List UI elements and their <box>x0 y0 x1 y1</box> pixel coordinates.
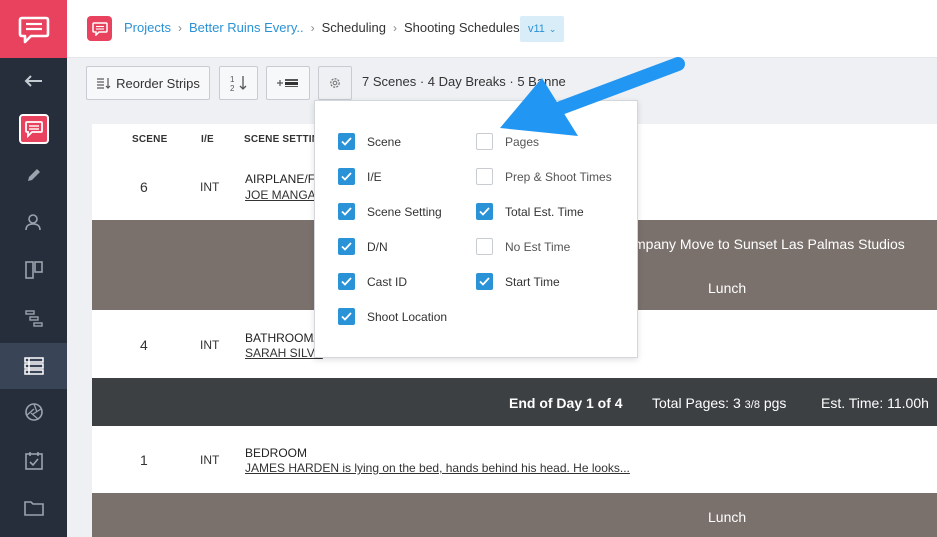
sidebar-item-schedule[interactable] <box>0 343 67 389</box>
checkbox-checked[interactable] <box>476 273 493 290</box>
table-row[interactable]: 1 INT BEDROOM JAMES HARDEN is lying on t… <box>92 427 937 492</box>
checkbox-checked[interactable] <box>338 238 355 255</box>
option-total-est-time[interactable]: Total Est. Time <box>476 203 584 220</box>
total-pages-value: 3 <box>732 395 741 411</box>
int-ext: INT <box>200 338 220 352</box>
sidebar-item-calendar[interactable] <box>0 438 67 484</box>
speech-bubble-icon <box>91 21 108 36</box>
schedule-list-icon <box>23 357 44 375</box>
folder-icon <box>23 501 44 516</box>
version-dropdown[interactable]: v11 ⌄ <box>520 16 565 42</box>
breadcrumb-scheduling[interactable]: Scheduling <box>322 20 386 35</box>
checkbox-checked[interactable] <box>338 273 355 290</box>
int-ext: INT <box>200 453 220 467</box>
back-button[interactable] <box>0 58 67 104</box>
scene-setting: AIRPLANE/FI <box>245 172 319 186</box>
option-scene[interactable]: Scene <box>338 133 401 150</box>
reorder-strips-button[interactable]: Reorder Strips <box>86 66 210 100</box>
gear-icon <box>330 78 340 88</box>
chevron-right-icon: › <box>392 20 397 35</box>
add-strip-button[interactable] <box>266 66 310 100</box>
option-shoot-location[interactable]: Shoot Location <box>338 308 447 325</box>
est-time-value: 11.00h <box>887 395 929 411</box>
sidebar-item-camera[interactable] <box>0 389 67 435</box>
chevron-right-icon: › <box>177 20 182 35</box>
project-home-button[interactable] <box>0 106 67 152</box>
col-header-scene-setting[interactable]: SCENE SETTIN <box>244 134 319 145</box>
sort-numeric-icon: 1 2 <box>230 75 246 92</box>
sidebar-item-files[interactable] <box>0 485 67 531</box>
est-time: Est. Time: 11.00h <box>821 395 929 411</box>
breadcrumb-project[interactable]: Better Ruins Every.. <box>189 20 304 35</box>
lunch-label: Lunch <box>708 280 747 296</box>
checkbox-unchecked[interactable] <box>476 238 493 255</box>
sidebar-item-timeline[interactable] <box>0 295 67 341</box>
total-pages-unit: pgs <box>763 395 787 411</box>
breadcrumb-projects[interactable]: Projects <box>124 20 171 35</box>
sidebar-item-write[interactable] <box>0 152 67 198</box>
reorder-strips-label: Reorder Strips <box>116 75 200 91</box>
checkbox-checked[interactable] <box>338 133 355 150</box>
checkbox-checked[interactable] <box>338 168 355 185</box>
app-logo[interactable] <box>0 0 67 58</box>
option-no-est-time[interactable]: No Est Time <box>476 238 570 255</box>
checkbox-unchecked[interactable] <box>476 168 493 185</box>
project-badge[interactable] <box>87 16 112 41</box>
project-logo-icon <box>24 121 43 138</box>
chevron-right-icon: › <box>310 20 315 35</box>
reorder-icon <box>97 78 111 89</box>
scene-setting: BEDROOM <box>245 446 308 460</box>
option-ie[interactable]: I/E <box>338 168 382 185</box>
sidebar <box>0 0 67 537</box>
version-label: v11 <box>528 23 545 35</box>
option-dn[interactable]: D/N <box>338 238 388 255</box>
checkbox-checked[interactable] <box>338 203 355 220</box>
svg-text:2: 2 <box>230 84 235 92</box>
scene-number: 4 <box>140 337 148 353</box>
checkbox-checked[interactable] <box>338 308 355 325</box>
back-arrow-icon <box>24 75 42 87</box>
option-start-time[interactable]: Start Time <box>476 273 560 290</box>
sort-button[interactable]: 1 2 <box>219 66 258 100</box>
speech-bubble-logo <box>18 16 49 44</box>
scene-description[interactable]: JOE MANGAN <box>245 188 324 202</box>
checkbox-checked[interactable] <box>476 203 493 220</box>
scene-description[interactable]: JAMES HARDEN is lying on the bed, hands … <box>245 461 630 475</box>
option-cast-id[interactable]: Cast ID <box>338 273 407 290</box>
banner-strip[interactable]: Lunch <box>92 493 937 537</box>
people-icon <box>24 214 41 231</box>
scene-number: 6 <box>140 179 148 195</box>
total-pages: Total Pages: 3 3/8 pgs <box>652 395 786 411</box>
company-move-text: mpany Move to Sunset Las Palmas Studios <box>634 236 905 252</box>
lunch-label: Lunch <box>708 509 747 525</box>
calendar-icon <box>24 452 43 470</box>
int-ext: INT <box>200 180 220 194</box>
annotation-arrow-icon <box>500 57 685 136</box>
timeline-icon <box>24 310 43 327</box>
est-time-label: Est. Time: <box>821 395 884 411</box>
scene-description[interactable]: SARAH SILVE <box>245 346 323 360</box>
breadcrumb: Projects › Better Ruins Every.. › Schedu… <box>124 20 520 35</box>
add-strip-icon <box>277 79 298 87</box>
chevron-down-icon: ⌄ <box>548 23 557 34</box>
col-header-ie[interactable]: I/E <box>201 134 214 145</box>
total-pages-fraction: 3/8 <box>744 399 760 411</box>
end-of-day-label: End of Day 1 of 4 <box>509 395 623 411</box>
breadcrumb-shooting-schedules: Shooting Schedules <box>403 20 520 35</box>
settings-button[interactable] <box>318 66 352 100</box>
sidebar-item-people[interactable] <box>0 199 67 245</box>
scene-number: 1 <box>140 452 148 468</box>
day-break-strip[interactable]: End of Day 1 of 4 Total Pages: 3 3/8 pgs… <box>92 378 937 426</box>
total-pages-label: Total Pages: <box>652 395 730 411</box>
scene-setting: BATHROOM/ <box>245 331 317 345</box>
sidebar-item-board[interactable] <box>0 247 67 293</box>
aperture-icon <box>24 403 43 421</box>
board-icon <box>24 261 43 279</box>
option-prep-shoot-times[interactable]: Prep & Shoot Times <box>476 168 612 185</box>
col-header-scene[interactable]: SCENE <box>132 134 167 145</box>
option-scene-setting[interactable]: Scene Setting <box>338 203 442 220</box>
svg-text:1: 1 <box>230 75 235 84</box>
pencil-icon <box>27 169 40 181</box>
